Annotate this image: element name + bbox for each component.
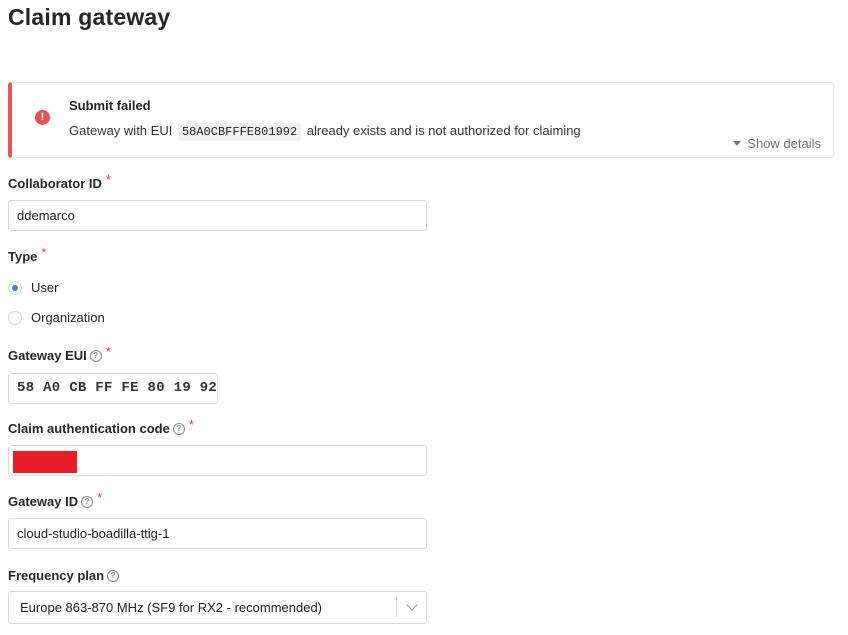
- claim-auth-code-label-text: Claim authentication code: [8, 421, 170, 436]
- question-circle-icon[interactable]: ?: [107, 569, 120, 582]
- redacted-value: [13, 451, 77, 473]
- alert-title: Submit failed: [69, 98, 151, 113]
- alert-eui-code: 58A0CBFFFE801992: [177, 123, 302, 141]
- alert-message-suffix: already exists and is not authorized for…: [306, 123, 581, 138]
- page-title: Claim gateway: [8, 4, 171, 30]
- frequency-plan-select[interactable]: Europe 863-870 MHz (SF9 for RX2 - recomm…: [8, 591, 427, 624]
- type-option-user-label: User: [31, 280, 59, 295]
- gateway-id-label-text: Gateway ID: [8, 494, 79, 509]
- claim-auth-code-label: Claim authentication code ? *: [8, 417, 194, 436]
- frequency-plan-label-text: Frequency plan: [8, 568, 105, 583]
- required-mark: *: [105, 344, 111, 359]
- type-option-organization-label: Organization: [31, 310, 105, 325]
- type-radio-organization[interactable]: Organization: [8, 310, 105, 325]
- alert-message-prefix: Gateway with EUI: [69, 123, 173, 138]
- question-circle-icon[interactable]: ?: [89, 349, 102, 362]
- claim-auth-code-input[interactable]: [8, 445, 427, 476]
- error-alert: ! Submit failed Gateway with EUI 58A0CBF…: [8, 82, 834, 158]
- gateway-eui-input[interactable]: 58 A0 CB FF FE 80 19 92: [8, 373, 218, 404]
- required-mark: *: [97, 490, 103, 505]
- gateway-eui-label: Gateway EUI ? *: [8, 344, 111, 363]
- collaborator-id-label: Collaborator ID *: [8, 172, 111, 191]
- show-details-label: Show details: [747, 136, 821, 151]
- type-label-text: Type: [8, 249, 38, 264]
- radio-unselected[interactable]: [8, 310, 22, 325]
- question-circle-icon[interactable]: ?: [81, 495, 94, 508]
- type-radio-user[interactable]: User: [8, 280, 58, 295]
- exclamation-icon: !: [35, 110, 50, 125]
- radio-selected[interactable]: [8, 280, 22, 295]
- caret-down-icon: [733, 141, 742, 146]
- gateway-id-input[interactable]: cloud-studio-boadilla-ttig-1: [8, 518, 427, 549]
- required-mark: *: [41, 245, 47, 260]
- gateway-id-label: Gateway ID ? *: [8, 490, 102, 509]
- collaborator-id-input[interactable]: ddemarco: [8, 200, 427, 231]
- chevron-down-icon[interactable]: [396, 597, 426, 617]
- alert-message: Gateway with EUI 58A0CBFFFE801992 alread…: [69, 123, 581, 141]
- required-mark: *: [105, 172, 111, 187]
- frequency-plan-value: Europe 863-870 MHz (SF9 for RX2 - recomm…: [20, 600, 323, 615]
- collaborator-id-label-text: Collaborator ID: [8, 176, 102, 191]
- gateway-eui-label-text: Gateway EUI: [8, 348, 87, 363]
- type-label: Type *: [8, 245, 46, 264]
- frequency-plan-label: Frequency plan ?: [8, 568, 120, 583]
- show-details-toggle[interactable]: Show details: [733, 136, 821, 151]
- required-mark: *: [188, 417, 194, 432]
- question-circle-icon[interactable]: ?: [172, 422, 185, 435]
